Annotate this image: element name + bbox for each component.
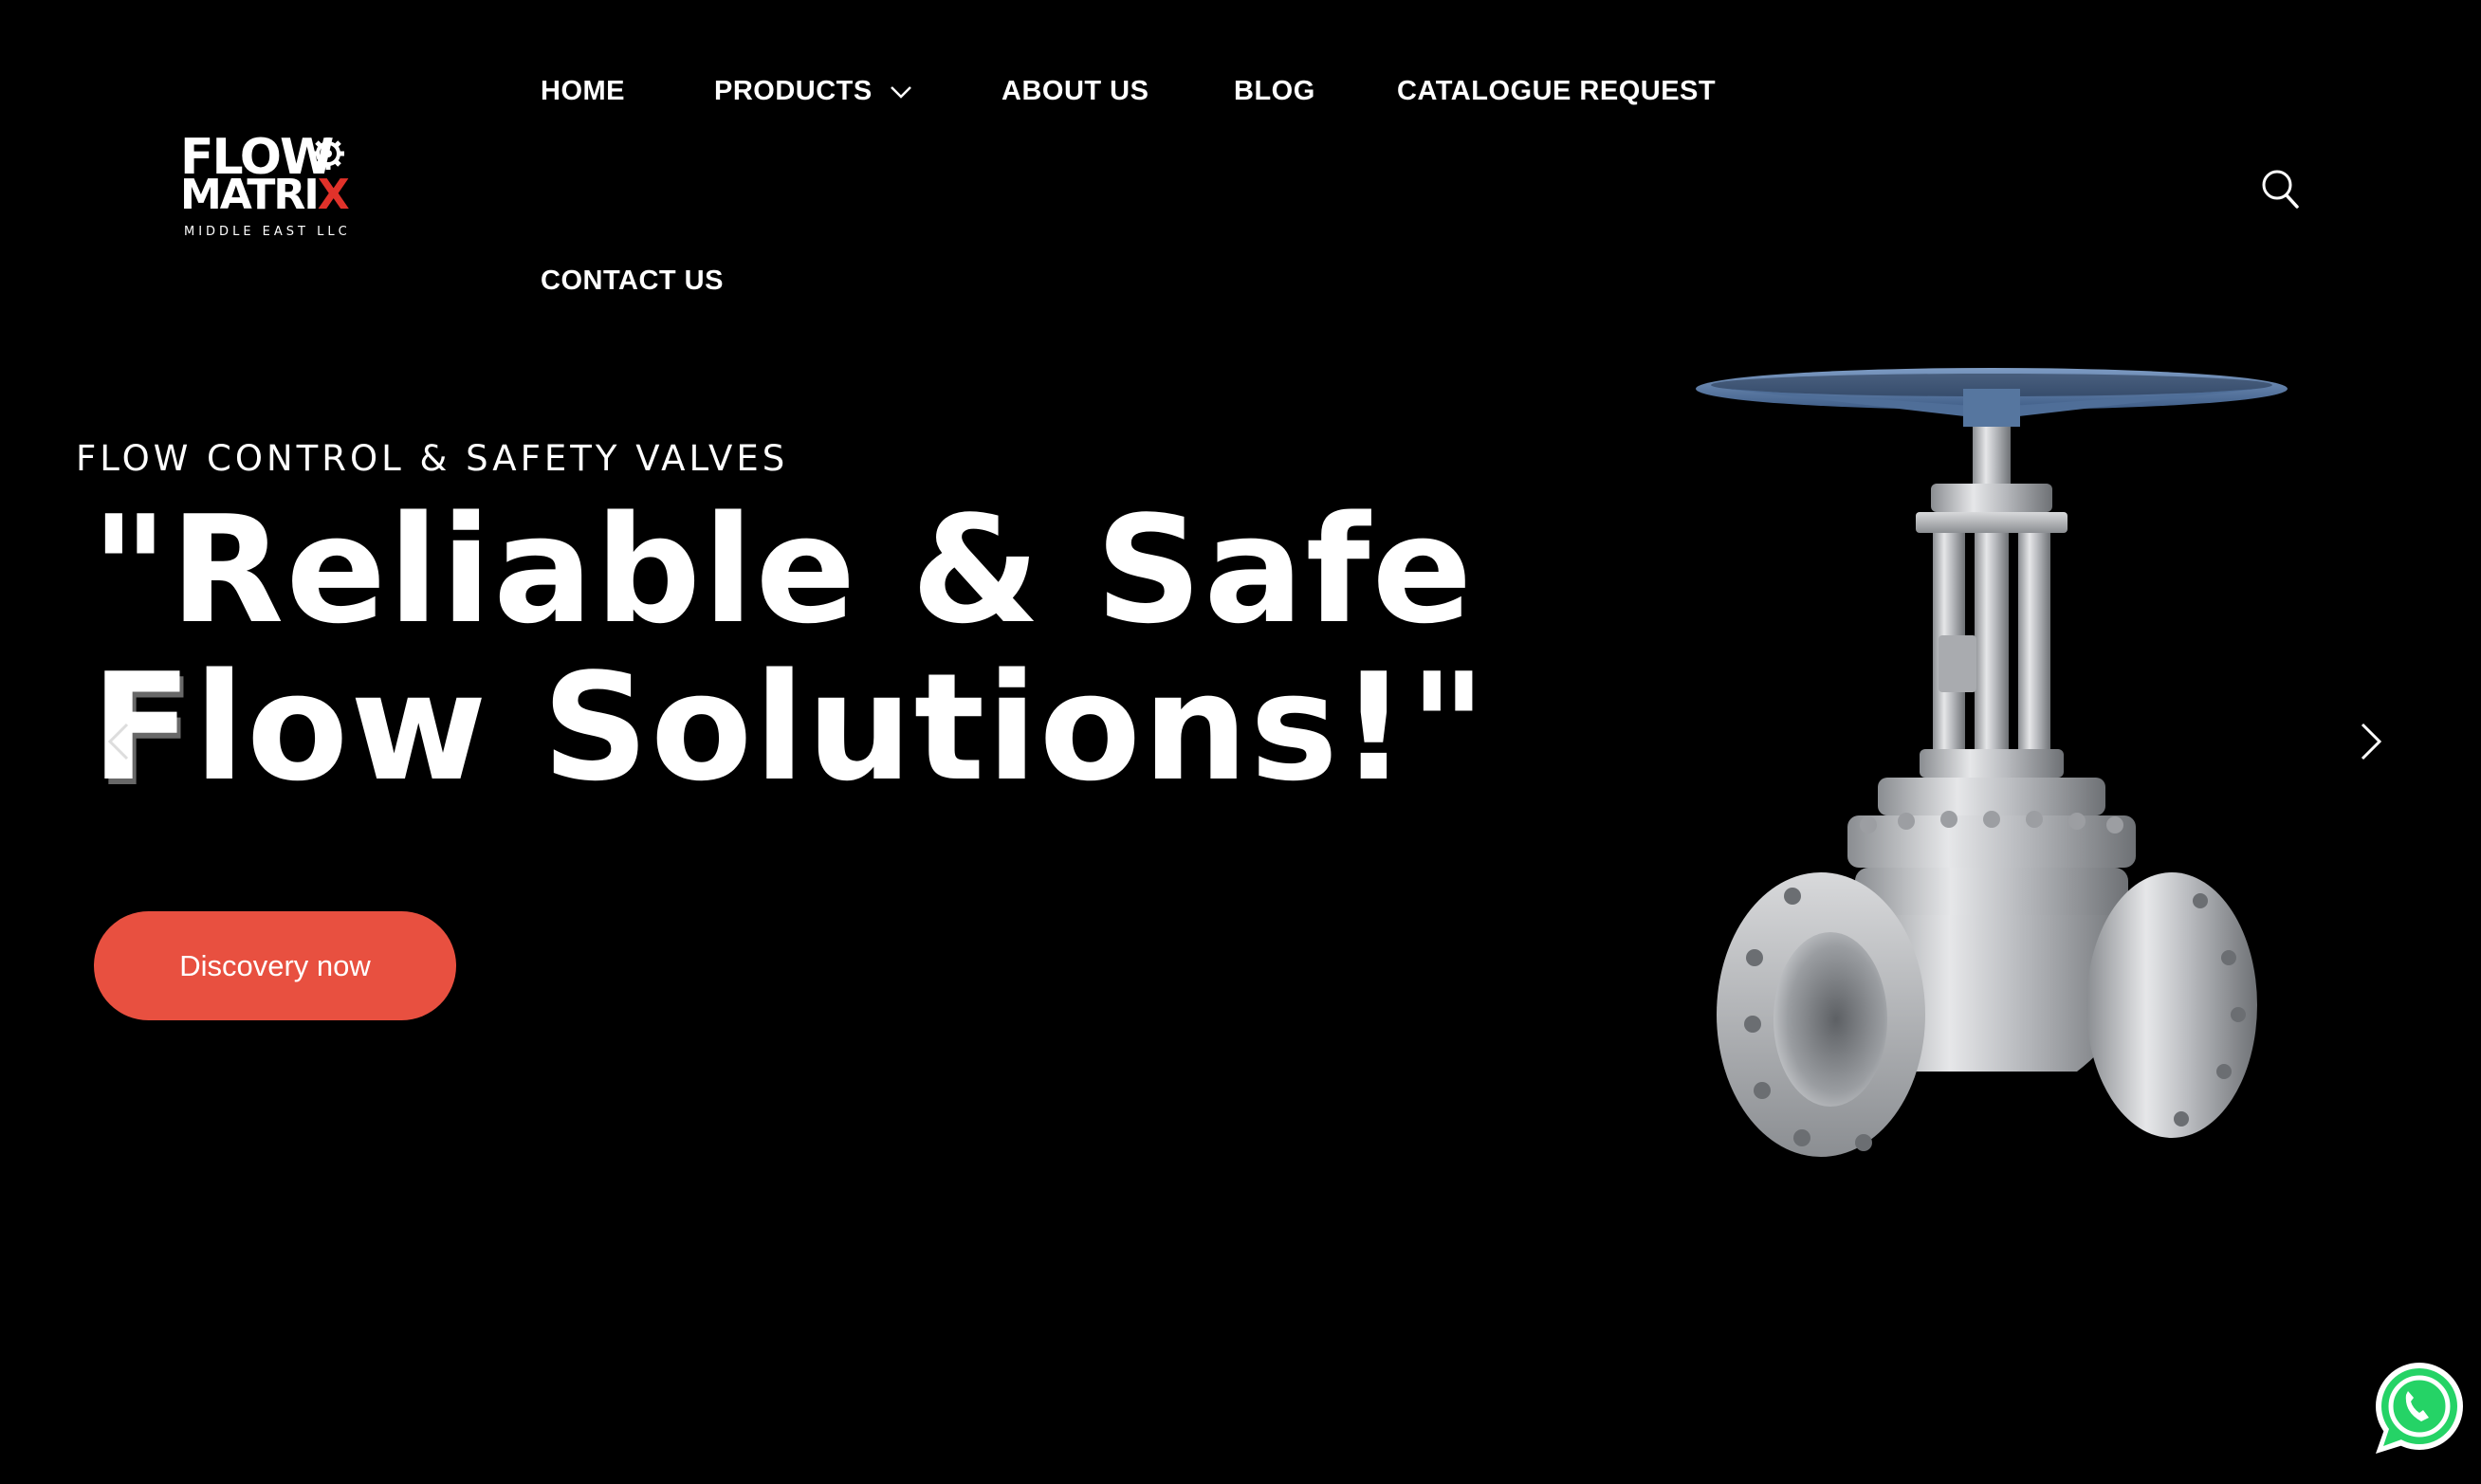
page: FLOW MATRIX MIDDLE EAST LLC HOME PRODUCT…: [0, 0, 2481, 1484]
hero-headline: "Reliable & Safe Flow Solutions!": [91, 491, 1608, 806]
nav-about-us[interactable]: ABOUT US: [1002, 76, 1149, 107]
nav-contact-us[interactable]: CONTACT US: [541, 266, 724, 297]
nav-home[interactable]: HOME: [541, 76, 625, 107]
nav-catalogue-request[interactable]: CATALOGUE REQUEST: [1397, 76, 1716, 107]
hero-headline-line1: "Reliable & Safe: [91, 484, 1475, 656]
nav-products-label: PRODUCTS: [714, 76, 873, 106]
gear-icon: [312, 137, 344, 170]
logo-subtitle: MIDDLE EAST LLC: [184, 225, 351, 239]
gate-valve-image: [1696, 368, 2288, 1157]
hero-eyebrow: FLOW CONTROL & SAFETY VALVES: [76, 438, 789, 479]
chevron-right-icon[interactable]: [2357, 721, 2385, 762]
nav-blog[interactable]: BLOG: [1234, 76, 1315, 107]
whatsapp-icon[interactable]: [2368, 1359, 2467, 1457]
logo-line2-main: MATRI: [180, 171, 320, 219]
chevron-left-icon[interactable]: [104, 721, 133, 762]
search-icon[interactable]: [2261, 169, 2299, 209]
hero-headline-line2: Flow Solutions!": [91, 641, 1489, 814]
logo-line2: MATRIX: [180, 171, 350, 219]
nav-products[interactable]: PRODUCTS: [714, 76, 912, 107]
brand-logo[interactable]: FLOW MATRIX MIDDLE EAST LLC: [180, 133, 360, 247]
logo-line2-accent: X: [317, 171, 350, 219]
chevron-down-icon: [891, 86, 912, 100]
discovery-now-button[interactable]: Discovery now: [94, 911, 456, 1020]
